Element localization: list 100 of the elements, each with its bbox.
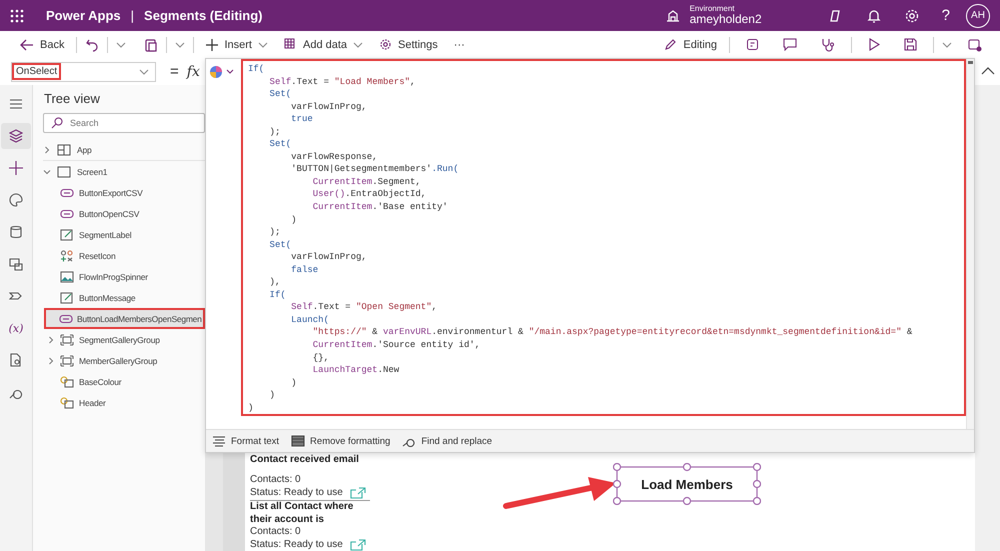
back-button[interactable]: Back [16,36,68,52]
code-line: CurrentItem.'Base entity' [312,201,449,214]
stethoscope-icon[interactable] [821,38,835,52]
tree-item[interactable]: ButtonOpenCSV [33,203,205,224]
notes-icon[interactable] [746,38,759,51]
app-name: Power Apps [46,8,121,23]
caret-icon[interactable] [43,168,51,176]
code-line: User().EntraObjectId, [312,188,428,202]
add-data-button[interactable]: Add data [280,36,368,53]
tree-item[interactable]: SegmentLabel [33,224,205,245]
chevron-down-icon[interactable] [942,40,952,48]
code-line: Set( [268,88,292,101]
app-icon [57,144,71,156]
code-line: varFlowResponse, [290,150,379,164]
tree-item[interactable]: MemberGalleryGroup [33,350,205,371]
code-line: Self.Text = "Load Members", [268,76,416,88]
tree-icon[interactable] [1,123,31,149]
gallery-item[interactable]: List all Contact where their account is Contacts: 0 Status: Ready to use [250,501,370,551]
code-line: CurrentItem.Segment, [312,176,422,188]
equals-sign: = [170,63,179,80]
icon-icon [60,250,74,262]
open-external-icon[interactable] [350,539,366,551]
undo-icon[interactable] [85,38,100,52]
search-icon [51,117,63,129]
code-line: false [290,264,320,276]
clipboard-icon[interactable] [144,38,158,52]
label-icon [60,292,74,304]
plus-icon [206,38,218,50]
variables-button[interactable]: (x) [1,315,31,341]
caret-icon[interactable] [43,146,51,154]
search-field[interactable]: Search [43,113,205,133]
chevron-down-icon[interactable] [175,40,186,48]
chevron-down-icon[interactable] [116,40,126,48]
settings-button[interactable]: Settings [375,36,442,53]
notifications-icon[interactable] [866,8,882,24]
tree-item[interactable]: FlowInProgSpinner [33,266,205,287]
chevron-down-icon [353,40,364,48]
code-line: ) [248,402,254,414]
more-button[interactable]: ··· [450,36,469,52]
tree-item[interactable]: Screen1 [43,161,205,182]
label-icon [60,228,74,240]
button-icon [59,312,73,324]
tree-item[interactable]: ButtonMessage [33,287,205,308]
segment-title: Contact received email [250,454,360,467]
group-icon [60,354,74,366]
play-icon[interactable] [868,38,880,51]
tree-item[interactable]: BaseColour [33,371,205,392]
caret-icon[interactable] [47,356,55,364]
scrollbar[interactable] [966,59,974,429]
editing-mode-button[interactable]: Editing [660,36,721,53]
format-text-button[interactable]: Format text [210,433,282,449]
code-line: LaunchTarget.New [312,364,400,377]
find-replace-button[interactable]: Find and replace [400,433,494,449]
code-line: ), [268,276,282,289]
insert-button[interactable]: Insert [202,36,272,52]
copilot-icon[interactable] [209,65,235,79]
code-line: ) [268,389,276,402]
contacts-count: Contacts: 0 [250,474,302,486]
image-icon [60,270,74,282]
code-line: Set( [268,138,292,151]
tree-item[interactable]: ButtonExportCSV [33,182,205,203]
code-line: Launch( [290,314,330,326]
tree-item[interactable]: ResetIcon [33,245,205,266]
help-button[interactable]: ? [936,7,956,24]
pencil-icon [664,38,678,51]
code-line: "https://" & varEnvURL.environmenturl & "/main.aspx?pagetype=entityrecord&etn=msdynmkt_segmentdefinition&id=" & [312,326,914,340]
tree-item[interactable]: ButtonLoadMembersOpenSegmen [44,308,205,329]
property-dropdown[interactable]: OnSelect [11,62,156,82]
account-avatar[interactable]: AH [966,4,990,28]
segment-status: Status: Ready to use [250,486,343,499]
gallery-item[interactable]: Contact received email Contacts: 0 Status: Ready to use [250,454,370,501]
table-icon [284,38,297,51]
chevron-down-icon [258,40,268,48]
settings-icon[interactable] [904,8,920,24]
back-arrow-icon [20,38,34,50]
publish-icon[interactable] [968,38,982,52]
chevron-down-icon [139,68,149,76]
environment-label: Environment [690,4,736,14]
fx-label: fx [186,64,200,80]
tree-item[interactable]: App [43,139,205,161]
app-launcher-icon[interactable] [10,8,24,22]
tree-item[interactable]: SegmentGalleryGroup [33,329,205,350]
segment-title: List all Contact where their account is [250,501,354,526]
chevron-up-icon [980,67,994,75]
open-external-icon[interactable] [350,487,366,499]
code-line: varFlowInProg, [290,100,368,114]
shape-icon [60,376,74,388]
code-line: varFlowInProg, [290,251,368,264]
remove-formatting-button[interactable]: Remove formatting [289,433,392,449]
code-line: CurrentItem.'Source entity id', [312,339,482,352]
document-title: Segments (Editing) [144,8,262,23]
caret-icon[interactable] [47,336,55,344]
save-icon[interactable] [904,38,917,51]
shape-icon [60,396,74,408]
environment-name[interactable]: ameyholden2 [690,13,762,26]
tree-item[interactable]: Header [33,392,205,413]
code-line: true [290,113,314,126]
comment-icon[interactable] [783,38,797,51]
code-line: If( [248,63,266,76]
button-icon [60,208,74,220]
